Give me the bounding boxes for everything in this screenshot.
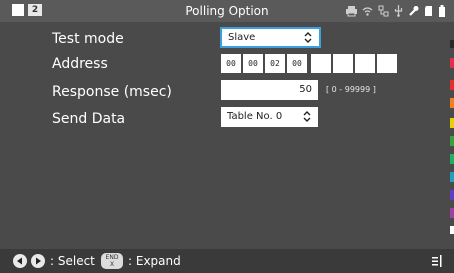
end-key-x: X — [109, 261, 115, 268]
menu-icon[interactable] — [432, 255, 442, 267]
wifi-icon — [362, 5, 373, 17]
color-strip-segment — [450, 172, 454, 182]
updown-chevron-icon — [304, 32, 312, 43]
address-octet-8[interactable] — [377, 54, 397, 73]
network-icon — [378, 5, 389, 17]
color-strip-segment — [450, 40, 454, 48]
end-key-button[interactable]: END X — [101, 253, 123, 269]
color-strip-segment — [450, 154, 454, 164]
color-strip-segment — [450, 118, 454, 128]
address-octet-1[interactable]: 00 — [221, 54, 241, 73]
select-hint: : Select — [50, 254, 95, 268]
response-value: 50 — [299, 84, 312, 95]
send-data-label: Send Data — [52, 111, 126, 127]
color-strip-segment — [450, 136, 454, 146]
response-label: Response (msec) — [52, 84, 172, 100]
test-mode-select[interactable]: Slave — [220, 27, 321, 48]
battery-icon — [438, 5, 446, 17]
expand-hint: : Expand — [128, 254, 181, 268]
right-arrow-button[interactable] — [31, 254, 45, 268]
test-mode-value: Slave — [228, 32, 256, 43]
updown-chevron-icon — [303, 111, 311, 122]
send-data-select[interactable]: Table No. 0 — [221, 107, 318, 127]
device-screen: 2 Polling Option Test mode Slave Address… — [0, 0, 454, 273]
tool-icon — [408, 5, 419, 17]
color-strip-segment — [450, 226, 454, 234]
address-octet-2[interactable]: 00 — [243, 54, 263, 73]
send-data-value: Table No. 0 — [227, 111, 283, 122]
triangle-left-icon — [17, 257, 22, 265]
address-label: Address — [52, 56, 108, 72]
printer-icon — [346, 5, 357, 17]
address-octet-5[interactable] — [311, 54, 331, 73]
color-strip-segment — [450, 190, 454, 200]
sd-card-icon — [424, 5, 433, 17]
footer-bar: : Select END X : Expand — [0, 249, 454, 273]
response-input[interactable]: 50 — [221, 80, 318, 100]
test-mode-label: Test mode — [52, 31, 124, 47]
left-arrow-button[interactable] — [13, 254, 27, 268]
address-octet-6[interactable] — [333, 54, 353, 73]
triangle-right-icon — [36, 257, 41, 265]
color-strip-segment — [450, 208, 454, 218]
status-icons — [346, 4, 446, 18]
address-octet-4[interactable]: 00 — [287, 54, 307, 73]
address-octet-3[interactable]: 02 — [265, 54, 285, 73]
color-strip-segment — [450, 80, 454, 90]
color-strip-segment — [450, 98, 454, 108]
title-bar: 2 Polling Option — [0, 0, 454, 22]
end-key-label: END — [105, 254, 119, 261]
usb-icon — [394, 5, 403, 17]
color-strip-segment — [450, 58, 454, 68]
response-range-hint: [ 0 - 99999 ] — [326, 85, 376, 94]
address-octet-7[interactable] — [355, 54, 375, 73]
